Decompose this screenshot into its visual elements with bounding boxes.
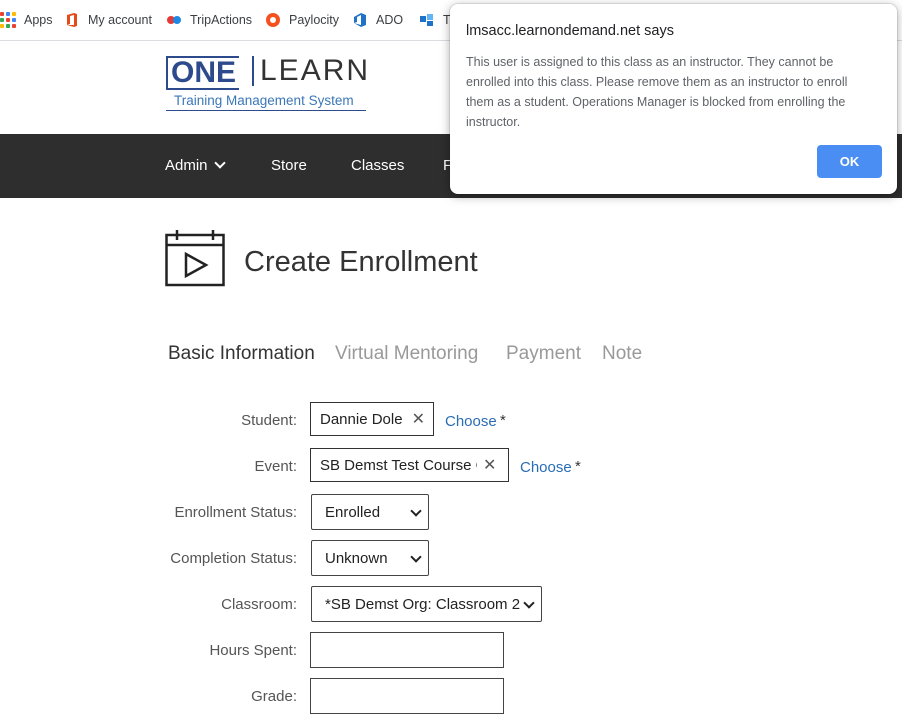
chevron-down-icon: [213, 157, 226, 169]
page-title: Create Enrollment: [244, 246, 478, 278]
remove-event-icon[interactable]: ✕: [483, 455, 496, 475]
student-chip: Dannie Dole ✕: [310, 402, 434, 436]
event-value: SB Demst Test Course C: [320, 456, 477, 474]
student-value: Dannie Dole: [320, 410, 403, 428]
dialog-title: lmsacc.learnondemand.net says: [466, 23, 674, 39]
grade-label: Grade:: [251, 688, 297, 705]
bookmark-label: Apps: [24, 13, 53, 27]
bookmark-label: My account: [88, 13, 152, 27]
dialog-message: This user is assigned to this class as a…: [466, 55, 848, 129]
classroom-label: Classroom:: [221, 596, 297, 613]
enrollment-status-value: Enrolled: [325, 503, 381, 521]
tab-note[interactable]: Note: [602, 343, 642, 365]
grade-input[interactable]: [310, 678, 504, 714]
student-label: Student:: [241, 412, 297, 429]
remove-student-icon[interactable]: ✕: [412, 409, 425, 429]
bookmark-apps[interactable]: Apps: [0, 11, 53, 29]
bookmark-t[interactable]: T: [419, 11, 451, 29]
tab-virtual-mentoring[interactable]: Virtual Mentoring: [335, 343, 478, 365]
logo-underline: [166, 110, 366, 111]
bookmark-label: ADO: [376, 13, 404, 27]
nav-item-classes[interactable]: Classes: [351, 157, 404, 174]
completion-status-label: Completion Status:: [170, 550, 297, 567]
enrollment-status-select[interactable]: Enrolled: [311, 494, 429, 530]
onelearn-logo[interactable]: ONE LEARN Training Management System: [166, 56, 376, 112]
bookmark-ado[interactable]: ADO: [352, 11, 403, 29]
hours-spent-input[interactable]: [310, 632, 504, 668]
choose-event-link[interactable]: Choose: [520, 459, 572, 476]
nav-item-store[interactable]: Store: [271, 157, 307, 174]
apps-grid-icon: [0, 12, 16, 28]
nav-admin-label: Admin: [165, 157, 208, 174]
completion-status-value: Unknown: [325, 549, 388, 567]
completion-status-select[interactable]: Unknown: [311, 540, 429, 576]
choose-student-link[interactable]: Choose: [445, 413, 497, 430]
hours-spent-label: Hours Spent:: [209, 642, 297, 659]
logo-one-text: ONE: [166, 56, 240, 90]
bookmark-tripactions[interactable]: TripActions: [166, 11, 252, 29]
bookmark-paylocity[interactable]: Paylocity: [265, 11, 339, 29]
chevron-down-icon: [410, 505, 422, 517]
tab-payment[interactable]: Payment: [506, 343, 581, 365]
bookmark-label: TripActions: [190, 13, 253, 27]
chevron-down-icon: [410, 551, 422, 563]
bookmark-my-account[interactable]: My account: [64, 11, 152, 29]
calendar-play-icon: [165, 230, 225, 287]
event-chip: SB Demst Test Course C ✕: [310, 448, 509, 482]
nav-item-admin[interactable]: Admin: [165, 157, 226, 174]
logo-learn-text: LEARN: [252, 56, 370, 86]
logo-subtitle: Training Management System: [174, 93, 354, 108]
chevron-down-icon: [523, 597, 535, 609]
ok-button[interactable]: OK: [817, 145, 882, 178]
tripactions-icon: [167, 16, 181, 24]
office-icon: [67, 13, 77, 27]
event-label: Event:: [254, 458, 297, 475]
classroom-select[interactable]: *SB Demst Org: Classroom 2: [311, 586, 542, 622]
bookmark-label: Paylocity: [289, 13, 340, 27]
event-required-marker: *: [575, 458, 581, 475]
enrollment-status-label: Enrollment Status:: [174, 504, 297, 521]
tab-basic-information[interactable]: Basic Information: [168, 343, 315, 365]
alert-dialog: lmsacc.learnondemand.net says This user …: [450, 4, 897, 194]
paylocity-icon: [266, 13, 280, 27]
classroom-value: *SB Demst Org: Classroom 2: [325, 595, 521, 613]
tile-icon: [420, 14, 433, 26]
ado-icon: [354, 13, 366, 27]
student-required-marker: *: [500, 412, 506, 429]
